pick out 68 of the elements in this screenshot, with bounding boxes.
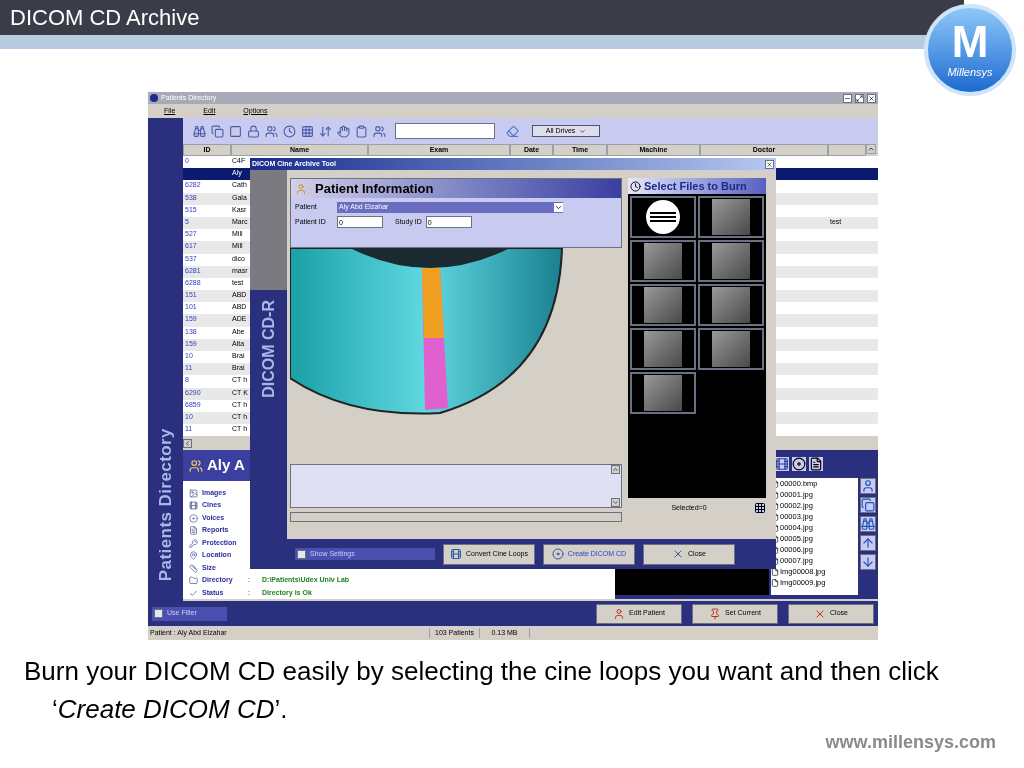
use-filter-checkbox[interactable] [154,609,163,618]
scroll-up-icon[interactable] [866,144,876,154]
sort-icon[interactable] [319,124,332,138]
files-title: Select Files to Burn [644,178,747,194]
maximize-icon[interactable] [855,93,864,103]
scan-thumbnail[interactable] [698,196,764,238]
people-icon[interactable] [373,124,386,138]
clock-icon[interactable] [283,124,296,138]
property-icon [189,576,198,586]
disc-label-thumbnail[interactable] [630,196,696,238]
sidebar-title: Patients Directory [154,427,176,581]
clock-icon [630,180,641,192]
show-settings-checkbox[interactable] [297,549,306,559]
file-icon [771,578,779,587]
document-icon[interactable] [809,457,823,472]
logo-letter: M [951,19,989,64]
copy-icon[interactable] [211,124,224,138]
button-icon [613,607,626,620]
button-icon [551,548,564,560]
clipboard-icon[interactable] [355,124,368,138]
dropdown-icon [579,127,587,135]
lock-icon[interactable] [247,124,260,138]
dropdown-icon [554,203,563,212]
scan-thumbnail[interactable] [698,240,764,282]
scan-thumbnail[interactable] [698,284,764,326]
people-icon [189,458,203,473]
scroll-left-icon[interactable] [183,438,192,448]
scan-thumbnail[interactable] [630,372,696,414]
slide-title: DICOM CD Archive [10,4,200,32]
disc-icon[interactable] [792,457,806,472]
binoculars-icon[interactable] [860,516,876,533]
dialog-side-title: DICOM CD-R [258,300,278,398]
grid-icon[interactable] [754,502,766,514]
minimize-icon[interactable] [843,93,852,103]
people-icon[interactable] [265,124,278,138]
close-icon[interactable] [765,159,774,169]
app-icon [150,94,158,102]
button-icon [450,548,463,560]
property-icon [189,588,198,598]
close-icon[interactable] [867,93,876,103]
details-heading: Aly A [207,455,245,476]
slide-caption: Burn your DICOM CD easily by selecting the cine loops you want and then click ‘Create DICOM CD’. [24,655,940,726]
property-icon [189,488,198,498]
property-icon [189,563,198,573]
property-icon [189,501,198,511]
user-icon[interactable] [860,478,876,495]
copy-icon[interactable] [860,497,876,514]
scroll-down-icon[interactable] [611,498,620,507]
person-icon [295,182,307,195]
button-icon [709,607,722,620]
property-icon [189,526,198,536]
scan-thumbnail[interactable] [630,284,696,326]
logo-name: Millensys [947,64,993,80]
scan-thumbnail[interactable] [630,328,696,370]
file-icon [771,567,779,576]
property-icon [189,513,198,523]
search-field[interactable] [395,123,495,139]
square-icon[interactable] [229,124,242,138]
property-icon [189,551,198,561]
scan-thumbnail[interactable] [698,328,764,370]
binoculars-icon[interactable] [193,124,206,138]
scan-thumbnail[interactable] [630,240,696,282]
property-icon [189,538,198,548]
eraser-icon[interactable] [506,124,519,138]
section-title: Patient Information [315,179,434,198]
website-url: www.millensys.com [825,731,996,754]
hand-icon[interactable] [337,124,350,138]
scroll-up-icon[interactable] [611,465,620,474]
